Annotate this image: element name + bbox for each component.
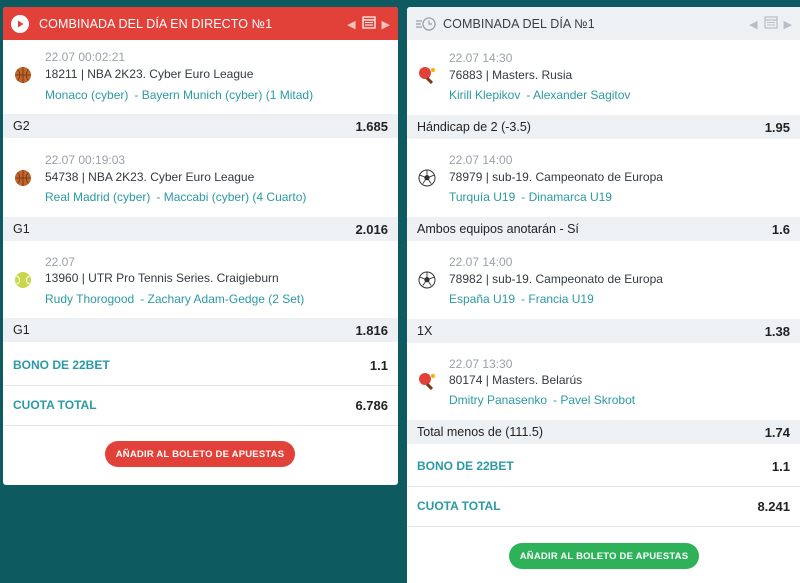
team-home-link[interactable]: Turquía U19 [449, 190, 515, 204]
event-item[interactable]: 22.07 14:30 76883 | Masters. Rusia Kiril… [407, 40, 800, 112]
total-odds-label: CUOTA TOTAL [13, 398, 97, 412]
table-tennis-icon [418, 372, 436, 391]
soccer-ball-icon [418, 169, 436, 187]
bonus-value: 1.1 [369, 357, 388, 373]
daily-combo-header: COMBINADA DEL DÍA №1 ◀ ▶ [407, 7, 800, 40]
event-item[interactable]: 22.07 14:00 78982 | sub-19. Campeonato d… [407, 245, 800, 317]
team-home-link[interactable]: Real Madrid (cyber) [45, 190, 150, 204]
event-league: 80174 | Masters. Belarús [449, 373, 583, 387]
bet-odd: 1.816 [355, 322, 388, 338]
event-league: 78982 | sub-19. Campeonato de Europa [449, 272, 663, 286]
bet-row: G2 1.685 [3, 114, 398, 138]
team-home-link[interactable]: España U19 [449, 292, 515, 306]
bet-odd: 1.685 [355, 118, 388, 134]
bet-row: Hándicap de 2 (-3.5) 1.95 [407, 115, 800, 139]
event-time: 22.07 14:30 [449, 51, 513, 65]
event-time: 22.07 [45, 255, 76, 269]
bet-row: Ambos equipos anotarán - Sí 1.6 [407, 217, 800, 241]
tennis-ball-icon [14, 271, 32, 289]
event-time: 22.07 14:00 [449, 255, 513, 269]
next-arrow-icon[interactable]: ▶ [784, 17, 792, 33]
event-item[interactable]: 22.07 13960 | UTR Pro Tennis Series. Cra… [3, 245, 398, 317]
bonus-value: 1.1 [771, 458, 790, 474]
basketball-icon [14, 169, 32, 187]
bonus-label: BONO DE 22BET [13, 358, 110, 372]
bet-odd: 1.6 [771, 221, 790, 237]
team-away-link[interactable]: - Maccabi (cyber) (4 Cuarto) [156, 190, 306, 204]
bet-odd: 1.95 [764, 119, 790, 135]
total-odds-label: CUOTA TOTAL [417, 499, 501, 513]
total-odds-row: CUOTA TOTAL 6.786 [3, 386, 398, 424]
bet-type: Total menos de (111.5) [417, 425, 543, 439]
team-away-link[interactable]: - Zachary Adam-Gedge (2 Set) [140, 292, 304, 306]
bonus-row: BONO DE 22BET 1.1 [3, 346, 398, 384]
bet-odd: 2.016 [355, 221, 388, 237]
calendar-icon[interactable] [763, 15, 778, 34]
bet-row: Total menos de (111.5) 1.74 [407, 420, 800, 444]
add-to-betslip-button[interactable]: AÑADIR AL BOLETO DE APUESTAS [105, 441, 295, 467]
event-item[interactable]: 22.07 00:02:21 18211 | NBA 2K23. Cyber E… [3, 40, 398, 112]
divider [3, 425, 398, 426]
total-odds-value: 6.786 [355, 397, 388, 413]
play-icon [11, 14, 29, 33]
prev-arrow-icon[interactable]: ◀ [749, 17, 757, 33]
bonus-label: BONO DE 22BET [417, 459, 514, 473]
event-league: 54738 | NBA 2K23. Cyber Euro League [45, 170, 255, 184]
bonus-row: BONO DE 22BET 1.1 [407, 447, 800, 485]
team-away-link[interactable]: - Dinamarca U19 [521, 190, 612, 204]
bet-row: 1X 1.38 [407, 319, 800, 343]
event-time: 22.07 00:02:21 [45, 50, 126, 64]
team-home-link[interactable]: Dmitry Panasenko [449, 393, 547, 407]
calendar-icon[interactable] [361, 15, 376, 34]
live-combo-panel: COMBINADA DEL DÍA EN DIRECTO №1 ◀ ▶ 22.0… [3, 7, 398, 485]
bet-type: G2 [13, 119, 30, 133]
event-item[interactable]: 22.07 14:00 78979 | sub-19. Campeonato d… [407, 143, 800, 215]
event-league: 18211 | NBA 2K23. Cyber Euro League [45, 67, 254, 81]
bet-odd: 1.38 [764, 323, 790, 339]
team-away-link[interactable]: - Bayern Munich (cyber) (1 Mitad) [134, 88, 313, 102]
panel-title: COMBINADA DEL DÍA EN DIRECTO №1 [39, 16, 273, 31]
soccer-ball-icon [418, 271, 436, 289]
team-away-link[interactable]: - Alexander Sagitov [526, 88, 630, 102]
event-item[interactable]: 22.07 00:19:03 54738 | NBA 2K23. Cyber E… [3, 142, 398, 214]
bet-row: G1 2.016 [3, 217, 398, 241]
add-to-betslip-button[interactable]: AÑADIR AL BOLETO DE APUESTAS [509, 543, 699, 569]
team-home-link[interactable]: Monaco (cyber) [45, 88, 128, 102]
next-arrow-icon[interactable]: ▶ [382, 17, 390, 33]
bet-type: G1 [13, 323, 30, 337]
event-league: 78979 | sub-19. Campeonato de Europa [449, 170, 663, 184]
basketball-icon [14, 66, 32, 84]
bet-odd: 1.74 [764, 424, 790, 440]
event-time: 22.07 13:30 [449, 357, 513, 371]
bet-type: Hándicap de 2 (-3.5) [417, 120, 531, 134]
team-away-link[interactable]: - Francia U19 [521, 292, 594, 306]
live-combo-header: COMBINADA DEL DÍA EN DIRECTO №1 ◀ ▶ [3, 7, 398, 40]
event-league: 76883 | Masters. Rusia [449, 68, 573, 82]
daily-combo-panel: COMBINADA DEL DÍA №1 ◀ ▶ 22.07 14:30 768… [407, 7, 800, 583]
panel-title: COMBINADA DEL DÍA №1 [443, 16, 595, 31]
bet-type: Ambos equipos anotarán - Sí [417, 222, 579, 236]
bet-type: G1 [13, 222, 30, 236]
scheduled-clock-icon [415, 15, 437, 33]
total-odds-value: 8.241 [757, 498, 790, 514]
bet-row: G1 1.816 [3, 318, 398, 342]
event-time: 22.07 14:00 [449, 153, 513, 167]
team-away-link[interactable]: - Pavel Skrobot [553, 393, 635, 407]
team-home-link[interactable]: Kirill Klepikov [449, 88, 520, 102]
event-item[interactable]: 22.07 13:30 80174 | Masters. Belarús Dmi… [407, 347, 800, 419]
prev-arrow-icon[interactable]: ◀ [347, 17, 355, 33]
event-time: 22.07 00:19:03 [45, 153, 126, 167]
divider [407, 526, 800, 527]
event-league: 13960 | UTR Pro Tennis Series. Craigiebu… [45, 271, 279, 285]
team-home-link[interactable]: Rudy Thorogood [45, 292, 134, 306]
total-odds-row: CUOTA TOTAL 8.241 [407, 487, 800, 525]
bet-type: 1X [417, 324, 433, 338]
table-tennis-icon [418, 66, 436, 85]
